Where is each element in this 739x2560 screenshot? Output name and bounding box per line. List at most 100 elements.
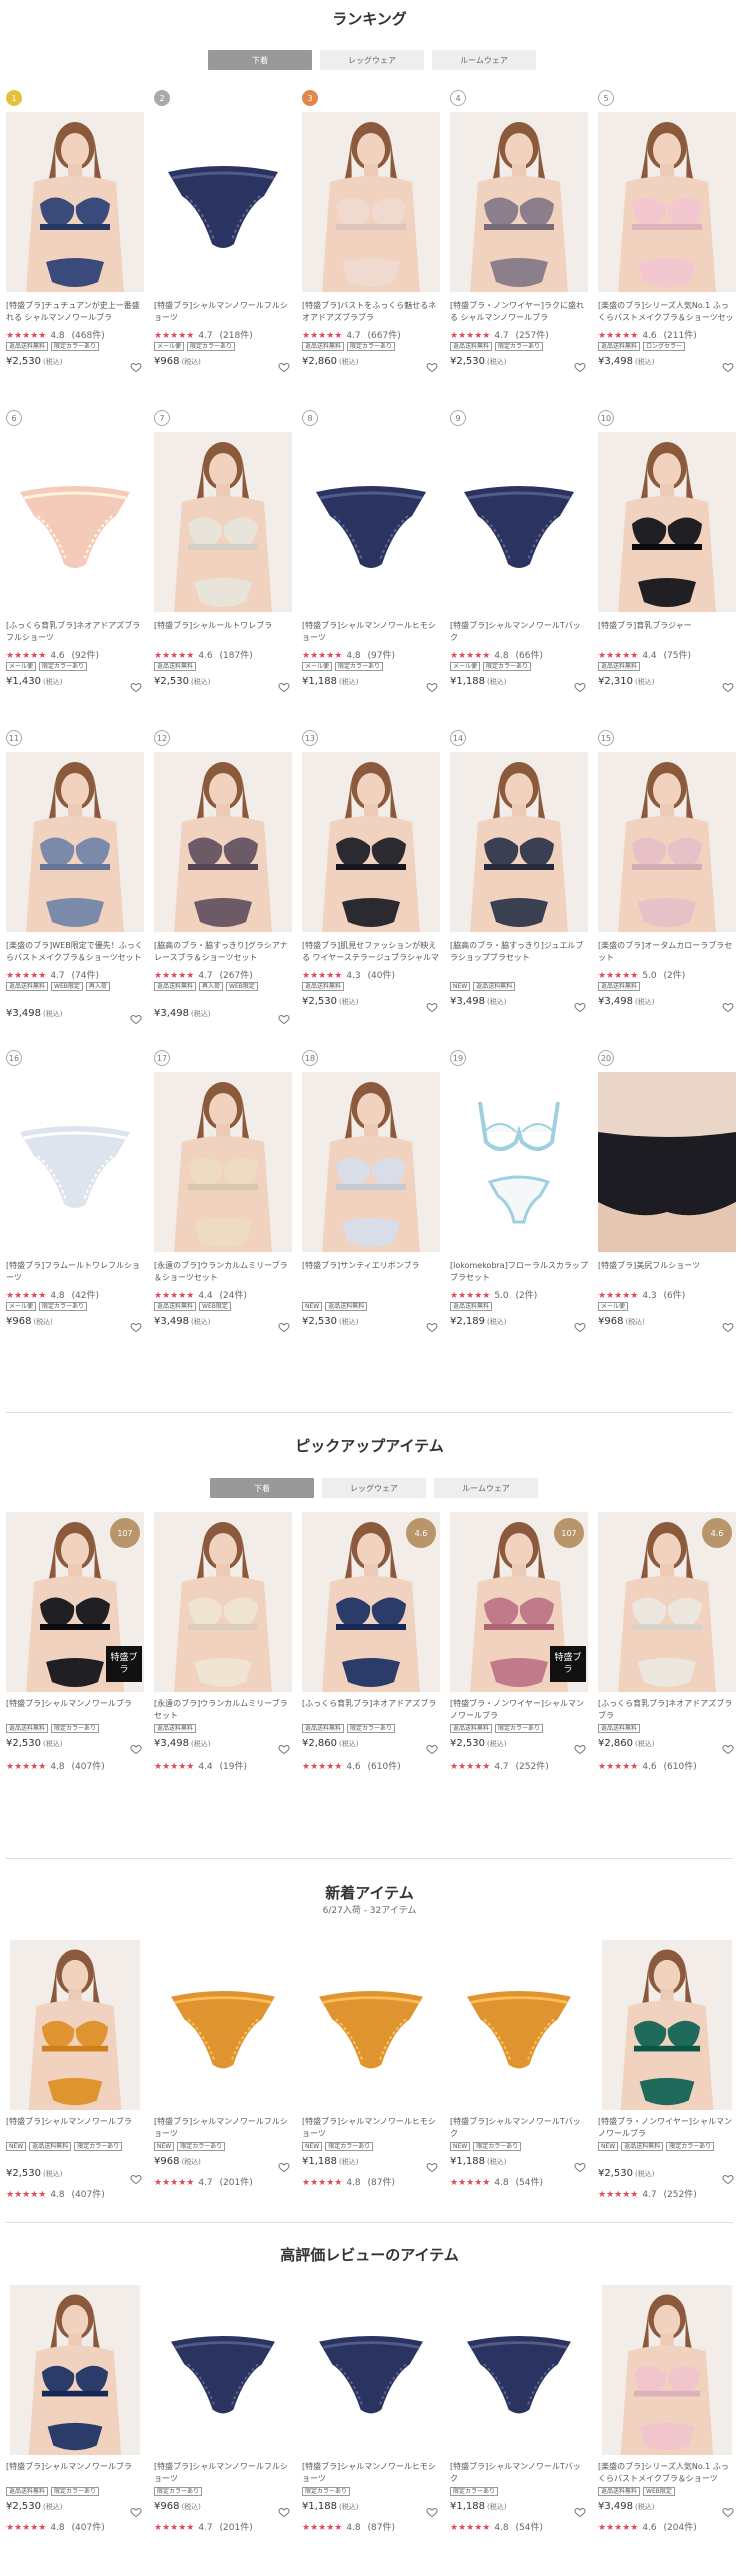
product-image[interactable]: [6, 752, 144, 932]
product-card[interactable]: [特盛ブラ]シャルマンノワールブラ 返品送料無料 限定カラーあり ¥2,530 (税込)…: [6, 2285, 146, 2555]
product-card[interactable]: [特盛ブラ]シャルマンノワールTバック NEW 限定カラーあり ¥1,188 (税込) ★…: [450, 1940, 590, 2210]
product-image[interactable]: [598, 432, 736, 612]
product-image[interactable]: [154, 752, 292, 932]
favorite-heart-icon[interactable]: [426, 678, 438, 693]
product-name[interactable]: [ふっくら育乳ブラ]ネオアドアズブラ: [302, 1698, 440, 1722]
product-name[interactable]: [永遠のブラ]ウランカルムミリーブラ＆ショーツセット: [154, 1260, 292, 1284]
product-name[interactable]: [脇高のブラ・脇すっきり]ジュエルブラショップブラセット: [450, 940, 588, 964]
favorite-heart-icon[interactable]: [278, 1010, 290, 1025]
favorite-heart-icon[interactable]: [278, 2503, 290, 2518]
product-card[interactable]: 7 [特盛ブラ]シャルールトワレブラ ★★★★★ 4.6 (187件) 返品送料無料 ¥2…: [154, 410, 294, 730]
product-image[interactable]: [6, 1072, 144, 1252]
favorite-heart-icon[interactable]: [574, 2158, 586, 2173]
favorite-heart-icon[interactable]: [278, 1740, 290, 1755]
product-image[interactable]: [598, 1072, 736, 1252]
product-card[interactable]: [特盛ブラ]シャルマンノワールフルショーツ 限定カラーあり ¥968 (税込) ★★★★…: [154, 2285, 294, 2555]
product-name[interactable]: [楽盛のブラ]シリーズ人気No.1 ふっくらバストメイクブラ＆ショーツ: [598, 2461, 736, 2485]
product-image[interactable]: [302, 1072, 440, 1252]
favorite-heart-icon[interactable]: [130, 2503, 142, 2518]
product-card[interactable]: 2 [特盛ブラ]シャルマンノワールフルショーツ ★★★★★ 4.7 (218件) メール…: [154, 90, 294, 410]
product-name[interactable]: [特盛ブラ]シャルマンノワールヒモショーツ: [302, 2116, 440, 2140]
product-name[interactable]: [特盛ブラ]美尻フルショーツ: [598, 1260, 736, 1284]
favorite-heart-icon[interactable]: [574, 2503, 586, 2518]
product-card[interactable]: [楽盛のブラ]シリーズ人気No.1 ふっくらバストメイクブラ＆ショーツ 返品送料無…: [598, 2285, 738, 2555]
product-name[interactable]: [ふっくら育乳ブラ]ネオアドアズブラブラ: [598, 1698, 736, 1722]
product-name[interactable]: [ふっくら育乳ブラ]ネオアドアズブラフルショーツ: [6, 620, 144, 644]
product-name[interactable]: [特盛ブラ]育乳ブラジャー: [598, 620, 736, 644]
tab-legwear[interactable]: レッグウェア: [322, 1478, 426, 1498]
favorite-heart-icon[interactable]: [130, 1740, 142, 1755]
favorite-heart-icon[interactable]: [130, 358, 142, 373]
pickup-card[interactable]: [永遠のブラ]ウランカルムミリーブラセット 返品送料無料 ¥3,498 (税込) ★★★…: [154, 1512, 294, 1782]
product-image[interactable]: [598, 112, 736, 292]
favorite-heart-icon[interactable]: [426, 2503, 438, 2518]
tab-underwear[interactable]: 下着: [208, 50, 312, 70]
product-card[interactable]: [特盛ブラ]シャルマンノワールフルショーツ NEW 限定カラーあり ¥968 (税込) ★…: [154, 1940, 294, 2210]
pickup-card[interactable]: 107 特盛ブラ [特盛ブラ]シャルマンノワールブラ 返品送料無料 限定カラーあり ¥2,…: [6, 1512, 146, 1782]
product-name[interactable]: [特盛ブラ]フラムールトワレフルショーツ: [6, 1260, 144, 1284]
product-card[interactable]: 17 [永遠のブラ]ウランカルムミリーブラ＆ショーツセット ★★★★★ 4.4 (24…: [154, 1050, 294, 1370]
tab-roomwear[interactable]: ルームウェア: [434, 1478, 538, 1498]
product-name[interactable]: [特盛ブラ]チュチュアンが史上一番盛れる シャルマンノワールブラ: [6, 300, 144, 324]
product-card[interactable]: 8 [特盛ブラ]シャルマンノワールヒモショーツ ★★★★★ 4.8 (97件) メール便…: [302, 410, 442, 730]
product-image[interactable]: [598, 2285, 736, 2455]
product-image[interactable]: [598, 1940, 736, 2110]
product-name[interactable]: [特盛ブラ]シャルマンノワールフルショーツ: [154, 2461, 292, 2485]
product-name[interactable]: [特盛ブラ]シャルマンノワールフルショーツ: [154, 300, 292, 324]
product-name[interactable]: [特盛ブラ]シャルマンノワールTバック: [450, 2116, 588, 2140]
product-card[interactable]: [特盛ブラ]シャルマンノワールTバック 限定カラーあり ¥1,188 (税込) ★★★★…: [450, 2285, 590, 2555]
product-name[interactable]: [永遠のブラ]ウランカルムミリーブラセット: [154, 1698, 292, 1722]
product-card[interactable]: 14 [脇高のブラ・脇すっきり]ジュエルブラショップブラセット NEW 返品送料無料 ¥…: [450, 730, 590, 1050]
product-card[interactable]: [特盛ブラ]シャルマンノワールヒモショーツ 限定カラーあり ¥1,188 (税込) ★★…: [302, 2285, 442, 2555]
product-card[interactable]: 10 [特盛ブラ]育乳ブラジャー ★★★★★ 4.4 (75件) 返品送料無料 ¥2,31…: [598, 410, 738, 730]
product-name[interactable]: [脇高のブラ・脇すっきり]グラシアナレースブラ＆ショーツセット: [154, 940, 292, 964]
product-name[interactable]: [特盛ブラ]バストをふっくら魅せるネオアドアズブラブラ: [302, 300, 440, 324]
favorite-heart-icon[interactable]: [722, 998, 734, 1013]
product-name[interactable]: [特盛ブラ]シャルマンノワールヒモショーツ: [302, 2461, 440, 2485]
product-card[interactable]: 4 [特盛ブラ・ノンワイヤー]ラクに盛れる シャルマンノワールブラ ★★★★★ 4.7…: [450, 90, 590, 410]
pickup-card[interactable]: 4.6 [ふっくら育乳ブラ]ネオアドアズブラ 返品送料無料 限定カラーあり ¥2,860…: [302, 1512, 442, 1782]
product-image[interactable]: [154, 1072, 292, 1252]
favorite-heart-icon[interactable]: [426, 358, 438, 373]
favorite-heart-icon[interactable]: [722, 678, 734, 693]
favorite-heart-icon[interactable]: [722, 1740, 734, 1755]
product-name[interactable]: [特盛ブラ・ノンワイヤー]ラクに盛れる シャルマンノワールブラ: [450, 300, 588, 324]
product-image[interactable]: [450, 112, 588, 292]
product-name[interactable]: [特盛ブラ]肌見せファッションが映える ワイヤーステラージュブラシャルマンノワー…: [302, 940, 440, 964]
product-card[interactable]: 6 [ふっくら育乳ブラ]ネオアドアズブラフルショーツ ★★★★★ 4.6 (92件) メ…: [6, 410, 146, 730]
favorite-heart-icon[interactable]: [574, 678, 586, 693]
favorite-heart-icon[interactable]: [426, 2158, 438, 2173]
product-card[interactable]: 19 [lokomekobra]フローラルスカラップブラセット ★★★★★ 5.0 (…: [450, 1050, 590, 1370]
favorite-heart-icon[interactable]: [574, 1318, 586, 1333]
favorite-heart-icon[interactable]: [574, 998, 586, 1013]
product-image[interactable]: [450, 2285, 588, 2455]
product-card[interactable]: [特盛ブラ]シャルマンノワールヒモショーツ NEW 限定カラーあり ¥1,188 (税込…: [302, 1940, 442, 2210]
product-image[interactable]: [450, 1072, 588, 1252]
product-image[interactable]: [154, 1512, 292, 1692]
product-name[interactable]: [特盛ブラ]シャルマンノワールヒモショーツ: [302, 620, 440, 644]
product-name[interactable]: [特盛ブラ]シャルマンノワールフルショーツ: [154, 2116, 292, 2140]
product-card[interactable]: 16 [特盛ブラ]フラムールトワレフルショーツ ★★★★★ 4.8 (42件) メール便…: [6, 1050, 146, 1370]
product-card[interactable]: [特盛ブラ・ノンワイヤー]シャルマンノワールブラ NEW 返品送料無料 限定カラーあり…: [598, 1940, 738, 2210]
tab-legwear[interactable]: レッグウェア: [320, 50, 424, 70]
favorite-heart-icon[interactable]: [426, 998, 438, 1013]
product-card[interactable]: 18 [特盛ブラ]サンティエリボンブラ NEW 返品送料無料 ¥2,530 (税込): [302, 1050, 442, 1370]
favorite-heart-icon[interactable]: [130, 1010, 142, 1025]
product-name[interactable]: [特盛ブラ]シャルマンノワールブラ: [6, 2461, 144, 2485]
product-card[interactable]: 15 [楽盛のブラ]オータムカローラブラセット ★★★★★ 5.0 (2件) 返品送料無…: [598, 730, 738, 1050]
product-image[interactable]: [450, 1940, 588, 2110]
favorite-heart-icon[interactable]: [278, 1318, 290, 1333]
product-card[interactable]: 1 [特盛ブラ]チュチュアンが史上一番盛れる シャルマンノワールブラ ★★★★★ 4.…: [6, 90, 146, 410]
product-image[interactable]: [6, 432, 144, 612]
product-image[interactable]: [302, 432, 440, 612]
favorite-heart-icon[interactable]: [130, 678, 142, 693]
product-name[interactable]: [特盛ブラ]シャルールトワレブラ: [154, 620, 292, 644]
product-image[interactable]: [450, 432, 588, 612]
product-name[interactable]: [特盛ブラ]シャルマンノワールTバック: [450, 620, 588, 644]
favorite-heart-icon[interactable]: [426, 1318, 438, 1333]
product-image[interactable]: [302, 112, 440, 292]
favorite-heart-icon[interactable]: [574, 358, 586, 373]
product-image[interactable]: [302, 1940, 440, 2110]
product-name[interactable]: [特盛ブラ]シャルマンノワールブラ: [6, 2116, 144, 2140]
pickup-card[interactable]: 4.6 [ふっくら育乳ブラ]ネオアドアズブラブラ 返品送料無料 ¥2,860 (税込) ★…: [598, 1512, 738, 1782]
